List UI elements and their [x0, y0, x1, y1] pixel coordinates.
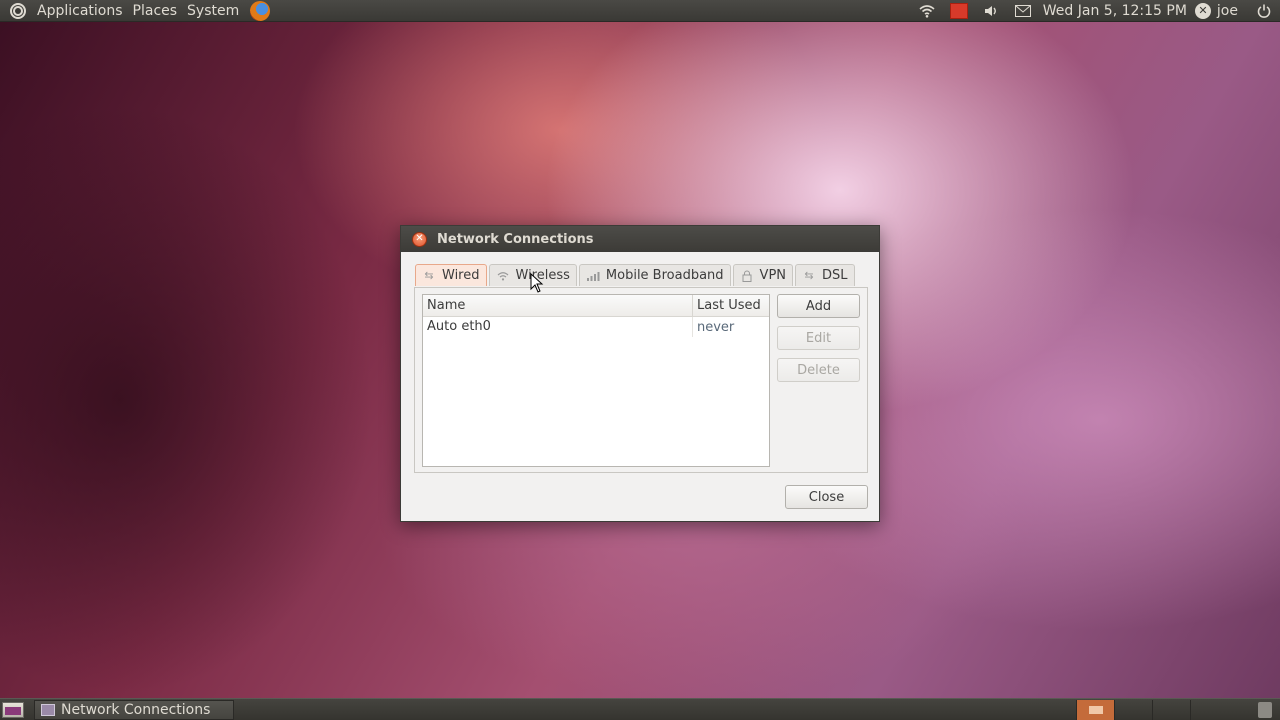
column-header-last-used[interactable]: Last Used: [693, 295, 765, 316]
dialog-titlebar[interactable]: ✕ Network Connections: [401, 226, 879, 252]
tab-wired[interactable]: ⇆ Wired: [415, 264, 487, 286]
menu-places[interactable]: Places: [128, 3, 183, 19]
workspace-3[interactable]: [1152, 699, 1190, 720]
window-close-icon[interactable]: ✕: [412, 231, 427, 247]
network-connections-app-icon: [41, 703, 55, 716]
list-header: Name Last Used: [423, 295, 769, 317]
user-name[interactable]: joe: [1217, 3, 1238, 19]
table-row[interactable]: Auto eth0 never: [423, 317, 769, 337]
volume-icon[interactable]: [981, 2, 1001, 20]
vpn-lock-icon: [740, 270, 754, 282]
tab-vpn-label: VPN: [759, 268, 787, 283]
delete-button[interactable]: Delete: [777, 358, 860, 382]
connection-actions: Add Edit Delete: [777, 294, 861, 390]
add-button[interactable]: Add: [777, 294, 860, 318]
dialog-title: Network Connections: [437, 231, 594, 247]
bottom-panel: Network Connections: [0, 698, 1280, 720]
taskbar-window-title: Network Connections: [61, 701, 211, 718]
workspace-4[interactable]: [1190, 699, 1228, 720]
tab-vpn[interactable]: VPN: [732, 264, 794, 286]
wired-tab-panel: Name Last Used Auto eth0 never Add Edit …: [414, 287, 868, 473]
network-connections-dialog: ✕ Network Connections ⇆ Wired Wireless M…: [400, 225, 880, 522]
show-desktop-icon[interactable]: [2, 701, 24, 718]
connections-list[interactable]: Name Last Used Auto eth0 never: [422, 294, 770, 467]
top-panel-tray: Wed Jan 5, 12:15 PM ✕ joe: [911, 0, 1280, 22]
connection-type-tabs: ⇆ Wired Wireless Mobile Broadband VPN ⇆ …: [415, 264, 857, 286]
column-header-name[interactable]: Name: [423, 295, 693, 316]
tab-dsl[interactable]: ⇆ DSL: [795, 264, 855, 286]
network-wireless-icon[interactable]: [917, 2, 937, 20]
mobile-broadband-icon: [586, 270, 600, 282]
menu-applications[interactable]: Applications: [32, 3, 128, 19]
top-panel-menus: Applications Places System: [0, 0, 271, 22]
clock[interactable]: Wed Jan 5, 12:15 PM: [1043, 3, 1187, 19]
trash-icon[interactable]: [1258, 701, 1272, 718]
tab-mobile-broadband[interactable]: Mobile Broadband: [578, 264, 731, 286]
workspace-2[interactable]: [1114, 699, 1152, 720]
mail-envelope-icon[interactable]: [1013, 2, 1033, 20]
edit-button[interactable]: Edit: [777, 326, 860, 350]
connection-name: Auto eth0: [423, 317, 693, 337]
power-shutdown-icon[interactable]: [1254, 2, 1274, 20]
wireless-icon: [496, 270, 510, 282]
user-status-icon[interactable]: ✕: [1194, 2, 1211, 19]
dsl-icon: ⇆: [804, 269, 814, 282]
update-notifier-icon[interactable]: [949, 2, 969, 20]
close-button[interactable]: Close: [785, 485, 868, 509]
workspace-1[interactable]: [1076, 699, 1114, 720]
tab-dsl-label: DSL: [822, 268, 848, 283]
wired-icon: ⇆: [424, 269, 434, 282]
top-panel: Applications Places System Wed Jan 5, 12…: [0, 0, 1280, 22]
tab-mobile-broadband-label: Mobile Broadband: [605, 268, 724, 283]
firefox-launcher-icon[interactable]: [250, 0, 271, 21]
ubuntu-logo-icon[interactable]: [10, 2, 26, 19]
connection-last-used: never: [697, 319, 735, 335]
tab-wired-label: Wired: [442, 268, 480, 283]
taskbar-network-connections[interactable]: Network Connections: [34, 699, 234, 720]
workspace-switcher: [1076, 699, 1228, 720]
menu-system[interactable]: System: [182, 3, 244, 19]
